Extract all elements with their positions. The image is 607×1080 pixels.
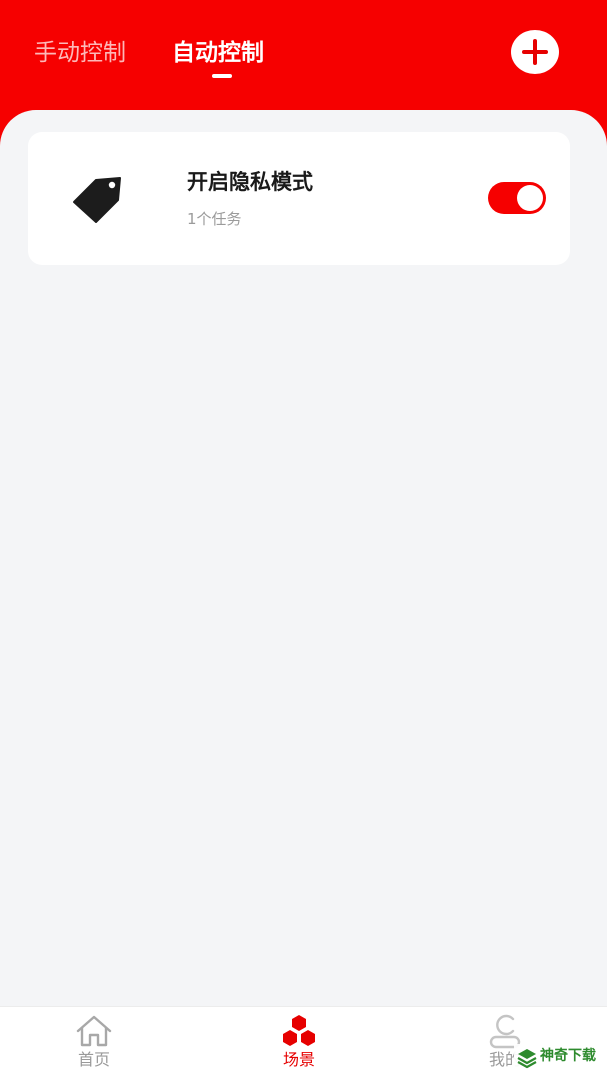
active-tab-indicator xyxy=(212,74,232,78)
tab-manual-control[interactable]: 手动控制 xyxy=(34,36,126,70)
add-scene-button[interactable] xyxy=(511,30,559,74)
scene-task-count: 1个任务 xyxy=(187,210,242,228)
tag-icon xyxy=(73,177,121,223)
watermark: 神奇下载 xyxy=(514,1044,602,1078)
nav-home-label: 首页 xyxy=(77,1050,110,1069)
scene-enable-toggle[interactable] xyxy=(488,182,546,214)
plus-icon xyxy=(522,39,548,65)
home-icon xyxy=(76,1015,112,1047)
watermark-logo-icon xyxy=(517,1049,537,1069)
hexagon-cluster-icon xyxy=(283,1015,315,1046)
nav-scene-label: 场景 xyxy=(282,1050,315,1069)
watermark-text: 神奇下载 xyxy=(540,1048,596,1064)
nav-scene[interactable]: 场景 xyxy=(239,1007,359,1080)
nav-home[interactable]: 首页 xyxy=(34,1007,154,1080)
scene-title: 开启隐私模式 xyxy=(187,170,313,194)
tab-auto-control[interactable]: 自动控制 xyxy=(172,36,264,70)
toggle-knob xyxy=(517,185,543,211)
